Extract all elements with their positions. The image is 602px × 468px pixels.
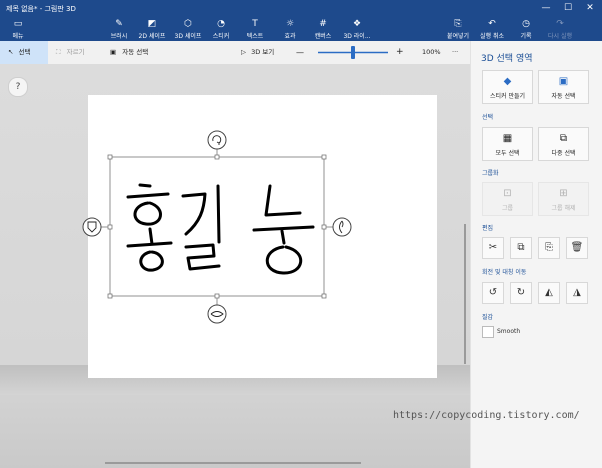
magic-select-icon: ▣: [558, 76, 569, 87]
watermark-text: https://copycoding.tistory.com/: [393, 410, 580, 421]
handwriting-strokes[interactable]: [126, 183, 315, 275]
cut-button[interactable]: ✂: [482, 237, 504, 259]
section-group-label: 그룹화: [482, 170, 499, 177]
undo-button[interactable]: ↶ 실행 취소: [476, 16, 508, 41]
multi-select-button[interactable]: ⧉ 다중 선택: [538, 127, 589, 161]
select-all-icon: ▦: [502, 133, 513, 144]
close-button[interactable]: ✕: [580, 0, 600, 16]
smooth-label: Smooth: [497, 328, 521, 335]
ungroup-button[interactable]: ⊞ 그룹 해제: [538, 182, 589, 216]
make-sticker-button[interactable]: ◆ 스티커 만들기: [482, 70, 533, 104]
minimize-button[interactable]: —: [536, 0, 556, 16]
multi-select-icon: ⧉: [559, 133, 568, 144]
group-button[interactable]: ⊡ 그룹: [482, 182, 533, 216]
restore-button[interactable]: ☐: [558, 0, 578, 16]
redo-icon: ↷: [556, 19, 564, 29]
rotate-z-handle[interactable]: [207, 130, 227, 150]
history-button[interactable]: ◷ 기록: [514, 16, 538, 41]
resize-handle-bottom-left[interactable]: [107, 293, 113, 299]
resize-handle-left[interactable]: [107, 224, 113, 230]
paste-button-panel[interactable]: ⎘: [538, 237, 560, 259]
selection-layer: [82, 130, 352, 324]
panel-title: 3D 선택 영역: [481, 54, 533, 64]
resize-handle-right[interactable]: [321, 224, 327, 230]
section-rotate-label: 회전 및 대칭 이동: [482, 269, 527, 276]
history-icon: ◷: [522, 19, 530, 29]
copy-button[interactable]: ⧉: [510, 237, 532, 259]
ungroup-icon: ⊞: [559, 188, 568, 199]
delete-button[interactable]: 🗑: [566, 237, 588, 259]
smooth-checkbox[interactable]: [482, 326, 494, 338]
section-edit-label: 편집: [482, 225, 494, 232]
magic-select-button[interactable]: ▣ 자동 선택: [538, 70, 589, 104]
undo-icon: ↶: [488, 19, 496, 29]
depth-handle[interactable]: [82, 217, 102, 237]
group-icon: ⊡: [503, 188, 512, 199]
rotate-right-button[interactable]: ↻: [510, 282, 532, 304]
rotate-left-button[interactable]: ↺: [482, 282, 504, 304]
resize-handle-bottom-right[interactable]: [321, 293, 327, 299]
side-panel: 3D 선택 영역 ◆ 스티커 만들기 ▣ 자동 선택 선택 ▦ 모두 선택 ⧉ …: [470, 41, 602, 468]
section-texture-label: 질감: [482, 314, 494, 321]
sticker-icon: ◆: [503, 76, 512, 87]
resize-handle-top[interactable]: [214, 154, 220, 160]
resize-handle-top-left[interactable]: [107, 154, 113, 160]
selection-box[interactable]: [109, 156, 325, 297]
resize-handle-top-right[interactable]: [321, 154, 327, 160]
redo-button[interactable]: ↷ 다시 실행: [544, 16, 576, 41]
flip-horizontal-button[interactable]: ◭: [538, 282, 560, 304]
section-select-label: 선택: [482, 114, 494, 121]
select-all-button[interactable]: ▦ 모두 선택: [482, 127, 533, 161]
flip-vertical-button[interactable]: ◮: [566, 282, 588, 304]
resize-handle-bottom[interactable]: [214, 293, 220, 299]
